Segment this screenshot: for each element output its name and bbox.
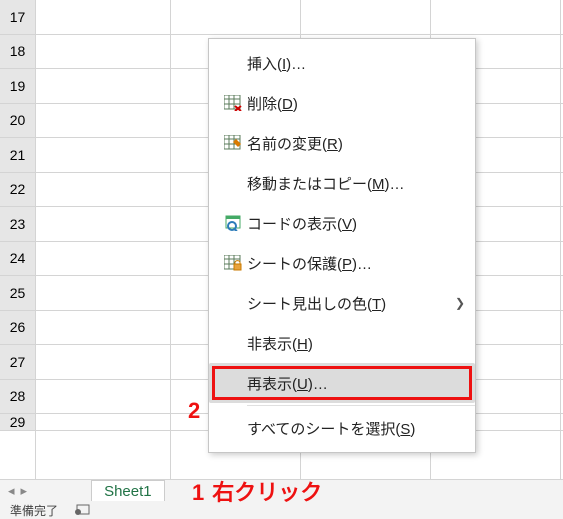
- menu-label: 非表示(H): [247, 333, 465, 354]
- submenu-arrow-icon: ❯: [455, 296, 465, 310]
- row-header[interactable]: 17: [0, 0, 35, 35]
- row-header[interactable]: 28: [0, 380, 35, 415]
- menu-rename[interactable]: 名前の変更(R): [209, 123, 475, 163]
- menu-hide[interactable]: 非表示(H): [209, 323, 475, 363]
- row-header[interactable]: 18: [0, 35, 35, 70]
- row-headers: 17181920212223242526272829: [0, 0, 36, 479]
- menu-view-code[interactable]: コードの表示(V): [209, 203, 475, 243]
- menu-label: シート見出しの色(T): [247, 293, 455, 314]
- menu-label: 名前の変更(R): [247, 133, 465, 154]
- menu-delete[interactable]: 削除(D): [209, 83, 475, 123]
- protect-sheet-icon: [219, 255, 247, 271]
- annotation-right-click: 1 右クリック: [192, 475, 322, 507]
- sheet-context-menu: 挿入(I)… 削除(D) 名前: [208, 38, 476, 453]
- tab-nav[interactable]: ◂ ▸: [0, 483, 35, 499]
- menu-label: 削除(D): [247, 93, 465, 114]
- menu-label: 移動またはコピー(M)…: [247, 173, 465, 194]
- annotation-text: 右クリック: [212, 475, 322, 507]
- menu-separator: [247, 405, 475, 406]
- menu-label: 再表示(U)…: [247, 373, 465, 394]
- menu-label: 挿入(I)…: [247, 53, 465, 74]
- row-header[interactable]: 24: [0, 242, 35, 277]
- view-code-icon: [219, 215, 247, 231]
- row-header[interactable]: 29: [0, 414, 35, 431]
- tab-prev-icon[interactable]: ◂: [8, 483, 15, 499]
- menu-tab-color[interactable]: シート見出しの色(T) ❯: [209, 283, 475, 323]
- annotation-number-1: 1: [192, 480, 204, 506]
- menu-insert[interactable]: 挿入(I)…: [209, 43, 475, 83]
- row-header[interactable]: 25: [0, 276, 35, 311]
- menu-unhide[interactable]: 再表示(U)…: [209, 363, 475, 403]
- row-header[interactable]: 27: [0, 345, 35, 380]
- annotation-number-2: 2: [188, 398, 200, 424]
- row-header[interactable]: 26: [0, 311, 35, 346]
- delete-sheet-icon: [219, 95, 247, 111]
- sheet-tab-sheet1[interactable]: Sheet1: [91, 480, 165, 502]
- row-header[interactable]: 23: [0, 207, 35, 242]
- row-header[interactable]: 19: [0, 69, 35, 104]
- sheet-tab-label: Sheet1: [104, 483, 152, 500]
- row-header[interactable]: 21: [0, 138, 35, 173]
- menu-protect-sheet[interactable]: シートの保護(P)…: [209, 243, 475, 283]
- menu-select-all-sheets[interactable]: すべてのシートを選択(S): [209, 408, 475, 448]
- menu-label: シートの保護(P)…: [247, 253, 465, 274]
- tab-next-icon[interactable]: ▸: [21, 483, 28, 499]
- status-text: 準備完了: [10, 502, 58, 519]
- row-header[interactable]: 20: [0, 104, 35, 139]
- menu-move-copy[interactable]: 移動またはコピー(M)…: [209, 163, 475, 203]
- rename-sheet-icon: [219, 135, 247, 151]
- macro-record-icon[interactable]: [74, 504, 90, 516]
- row-header[interactable]: 22: [0, 173, 35, 208]
- menu-label: すべてのシートを選択(S): [247, 418, 465, 439]
- menu-label: コードの表示(V): [247, 213, 465, 234]
